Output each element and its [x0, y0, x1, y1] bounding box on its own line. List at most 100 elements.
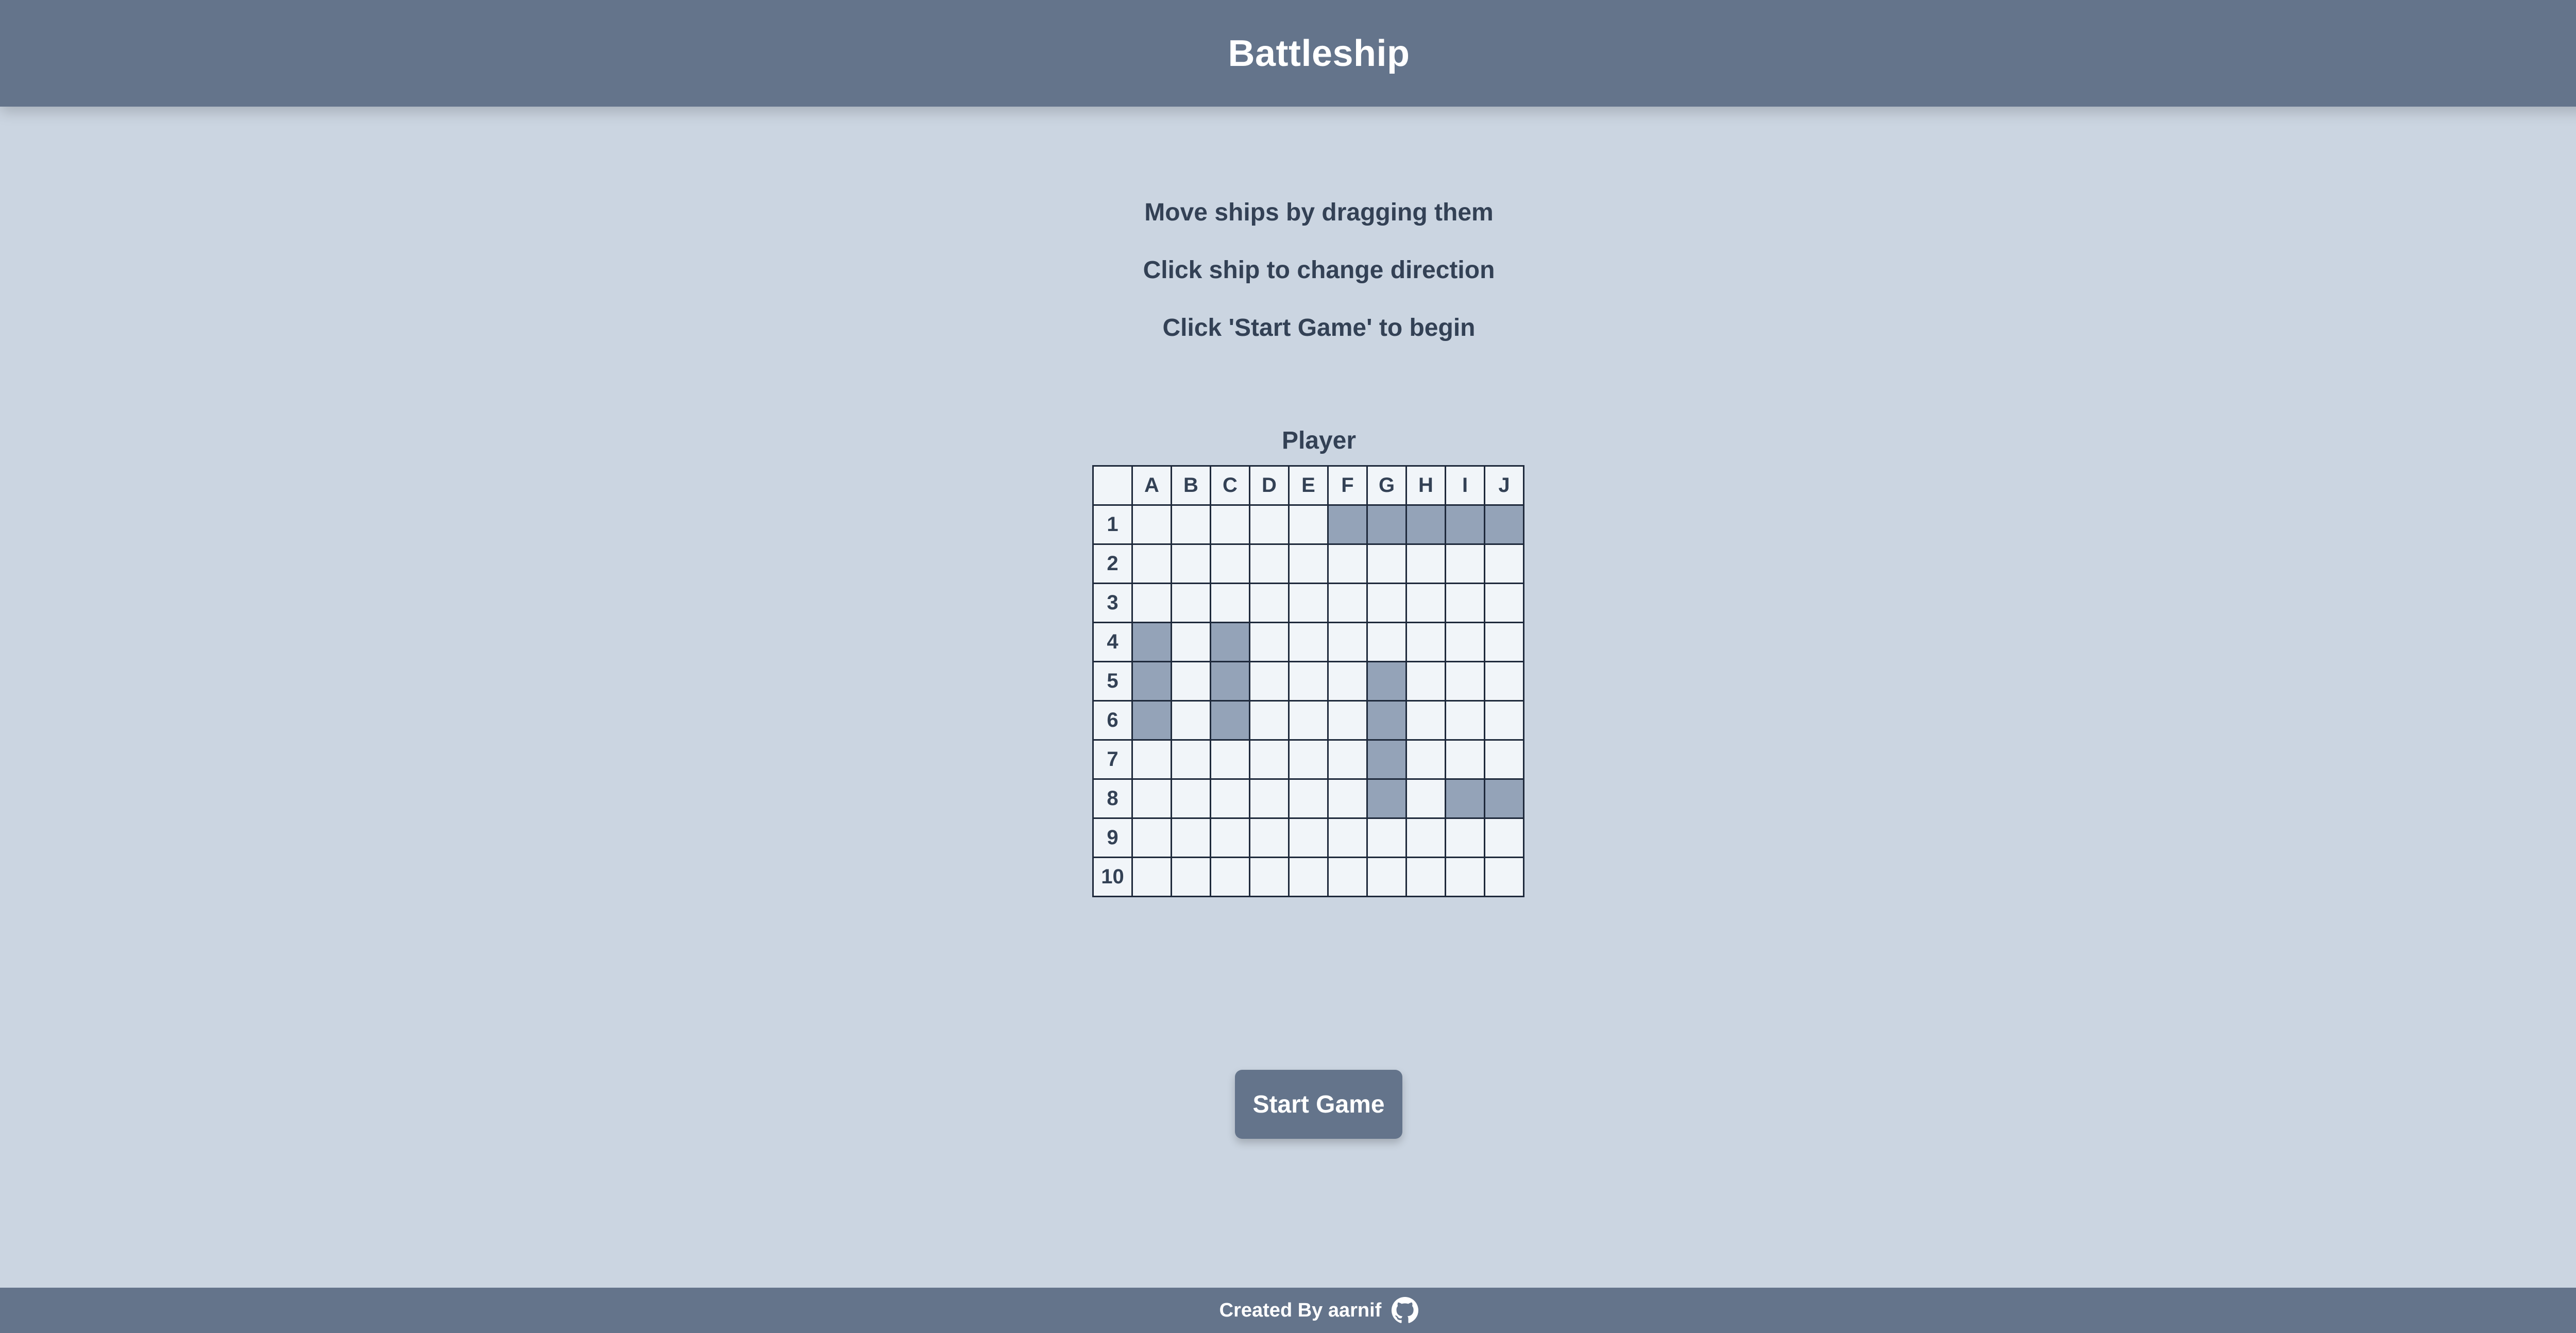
- board-cell-i6[interactable]: [1445, 700, 1485, 741]
- ship-cell-a5[interactable]: [1131, 661, 1172, 702]
- board-cell-f8[interactable]: [1327, 778, 1368, 819]
- board-cell-i10[interactable]: [1445, 857, 1485, 897]
- board-cell-g4[interactable]: [1366, 622, 1407, 662]
- board-cell-d10[interactable]: [1249, 857, 1290, 897]
- board-cell-e1[interactable]: [1288, 504, 1329, 545]
- board-cell-h6[interactable]: [1405, 700, 1446, 741]
- board-cell-c1[interactable]: [1210, 504, 1250, 545]
- ship-cell-i8[interactable]: [1445, 778, 1485, 819]
- board-cell-j5[interactable]: [1484, 661, 1524, 702]
- board-cell-f4[interactable]: [1327, 622, 1368, 662]
- board-cell-h7[interactable]: [1405, 739, 1446, 780]
- board-cell-f2[interactable]: [1327, 543, 1368, 584]
- board-cell-b10[interactable]: [1171, 857, 1211, 897]
- board-cell-e10[interactable]: [1288, 857, 1329, 897]
- board-cell-d7[interactable]: [1249, 739, 1290, 780]
- board-cell-d8[interactable]: [1249, 778, 1290, 819]
- board-cell-e6[interactable]: [1288, 700, 1329, 741]
- board-cell-a2[interactable]: [1131, 543, 1172, 584]
- board-cell-a8[interactable]: [1131, 778, 1172, 819]
- board-cell-e8[interactable]: [1288, 778, 1329, 819]
- board-cell-d9[interactable]: [1249, 817, 1290, 858]
- board-cell-b5[interactable]: [1171, 661, 1211, 702]
- board-cell-b8[interactable]: [1171, 778, 1211, 819]
- board-cell-i4[interactable]: [1445, 622, 1485, 662]
- board-cell-f5[interactable]: [1327, 661, 1368, 702]
- board-cell-a10[interactable]: [1131, 857, 1172, 897]
- board-cell-h2[interactable]: [1405, 543, 1446, 584]
- board-cell-c2[interactable]: [1210, 543, 1250, 584]
- board-cell-g3[interactable]: [1366, 583, 1407, 623]
- board-cell-b7[interactable]: [1171, 739, 1211, 780]
- board-cell-e9[interactable]: [1288, 817, 1329, 858]
- board-cell-a9[interactable]: [1131, 817, 1172, 858]
- board-cell-i9[interactable]: [1445, 817, 1485, 858]
- ship-cell-g7[interactable]: [1366, 739, 1407, 780]
- ship-cell-h1[interactable]: [1405, 504, 1446, 545]
- board-cell-b2[interactable]: [1171, 543, 1211, 584]
- board-cell-j6[interactable]: [1484, 700, 1524, 741]
- board-cell-b4[interactable]: [1171, 622, 1211, 662]
- ship-cell-f1[interactable]: [1327, 504, 1368, 545]
- board-cell-d1[interactable]: [1249, 504, 1290, 545]
- board-cell-g9[interactable]: [1366, 817, 1407, 858]
- ship-cell-g5[interactable]: [1366, 661, 1407, 702]
- board-cell-i3[interactable]: [1445, 583, 1485, 623]
- board-cell-h9[interactable]: [1405, 817, 1446, 858]
- start-game-button[interactable]: Start Game: [1235, 1070, 1402, 1139]
- board-cell-d5[interactable]: [1249, 661, 1290, 702]
- board-cell-h5[interactable]: [1405, 661, 1446, 702]
- board-cell-f9[interactable]: [1327, 817, 1368, 858]
- board-cell-d3[interactable]: [1249, 583, 1290, 623]
- board-cell-b1[interactable]: [1171, 504, 1211, 545]
- ship-cell-g8[interactable]: [1366, 778, 1407, 819]
- ship-cell-j1[interactable]: [1484, 504, 1524, 545]
- ship-cell-g1[interactable]: [1366, 504, 1407, 545]
- board-cell-f3[interactable]: [1327, 583, 1368, 623]
- board-cell-j3[interactable]: [1484, 583, 1524, 623]
- board-cell-a7[interactable]: [1131, 739, 1172, 780]
- board-cell-c9[interactable]: [1210, 817, 1250, 858]
- board-cell-j7[interactable]: [1484, 739, 1524, 780]
- ship-cell-j8[interactable]: [1484, 778, 1524, 819]
- github-icon[interactable]: [1392, 1297, 1419, 1324]
- board-cell-i5[interactable]: [1445, 661, 1485, 702]
- board-cell-b3[interactable]: [1171, 583, 1211, 623]
- board-cell-f7[interactable]: [1327, 739, 1368, 780]
- board-cell-c7[interactable]: [1210, 739, 1250, 780]
- board-cell-c3[interactable]: [1210, 583, 1250, 623]
- board-cell-e2[interactable]: [1288, 543, 1329, 584]
- ship-cell-c6[interactable]: [1210, 700, 1250, 741]
- board-cell-d6[interactable]: [1249, 700, 1290, 741]
- ship-cell-a4[interactable]: [1131, 622, 1172, 662]
- board-cell-e4[interactable]: [1288, 622, 1329, 662]
- ship-cell-a6[interactable]: [1131, 700, 1172, 741]
- board-cell-g10[interactable]: [1366, 857, 1407, 897]
- board-cell-e7[interactable]: [1288, 739, 1329, 780]
- board-cell-b6[interactable]: [1171, 700, 1211, 741]
- board-cell-j2[interactable]: [1484, 543, 1524, 584]
- board-cell-j9[interactable]: [1484, 817, 1524, 858]
- board-cell-e5[interactable]: [1288, 661, 1329, 702]
- board-cell-h10[interactable]: [1405, 857, 1446, 897]
- board-cell-a3[interactable]: [1131, 583, 1172, 623]
- board-cell-b9[interactable]: [1171, 817, 1211, 858]
- board-cell-f6[interactable]: [1327, 700, 1368, 741]
- board-cell-h8[interactable]: [1405, 778, 1446, 819]
- ship-cell-g6[interactable]: [1366, 700, 1407, 741]
- board-cell-f10[interactable]: [1327, 857, 1368, 897]
- board-cell-d2[interactable]: [1249, 543, 1290, 584]
- board-cell-e3[interactable]: [1288, 583, 1329, 623]
- board-cell-g2[interactable]: [1366, 543, 1407, 584]
- board-cell-h3[interactable]: [1405, 583, 1446, 623]
- board-cell-i2[interactable]: [1445, 543, 1485, 584]
- board-cell-i7[interactable]: [1445, 739, 1485, 780]
- board-cell-j10[interactable]: [1484, 857, 1524, 897]
- ship-cell-i1[interactable]: [1445, 504, 1485, 545]
- ship-cell-c5[interactable]: [1210, 661, 1250, 702]
- board-cell-c8[interactable]: [1210, 778, 1250, 819]
- board-cell-j4[interactable]: [1484, 622, 1524, 662]
- board-cell-a1[interactable]: [1131, 504, 1172, 545]
- board-cell-h4[interactable]: [1405, 622, 1446, 662]
- ship-cell-c4[interactable]: [1210, 622, 1250, 662]
